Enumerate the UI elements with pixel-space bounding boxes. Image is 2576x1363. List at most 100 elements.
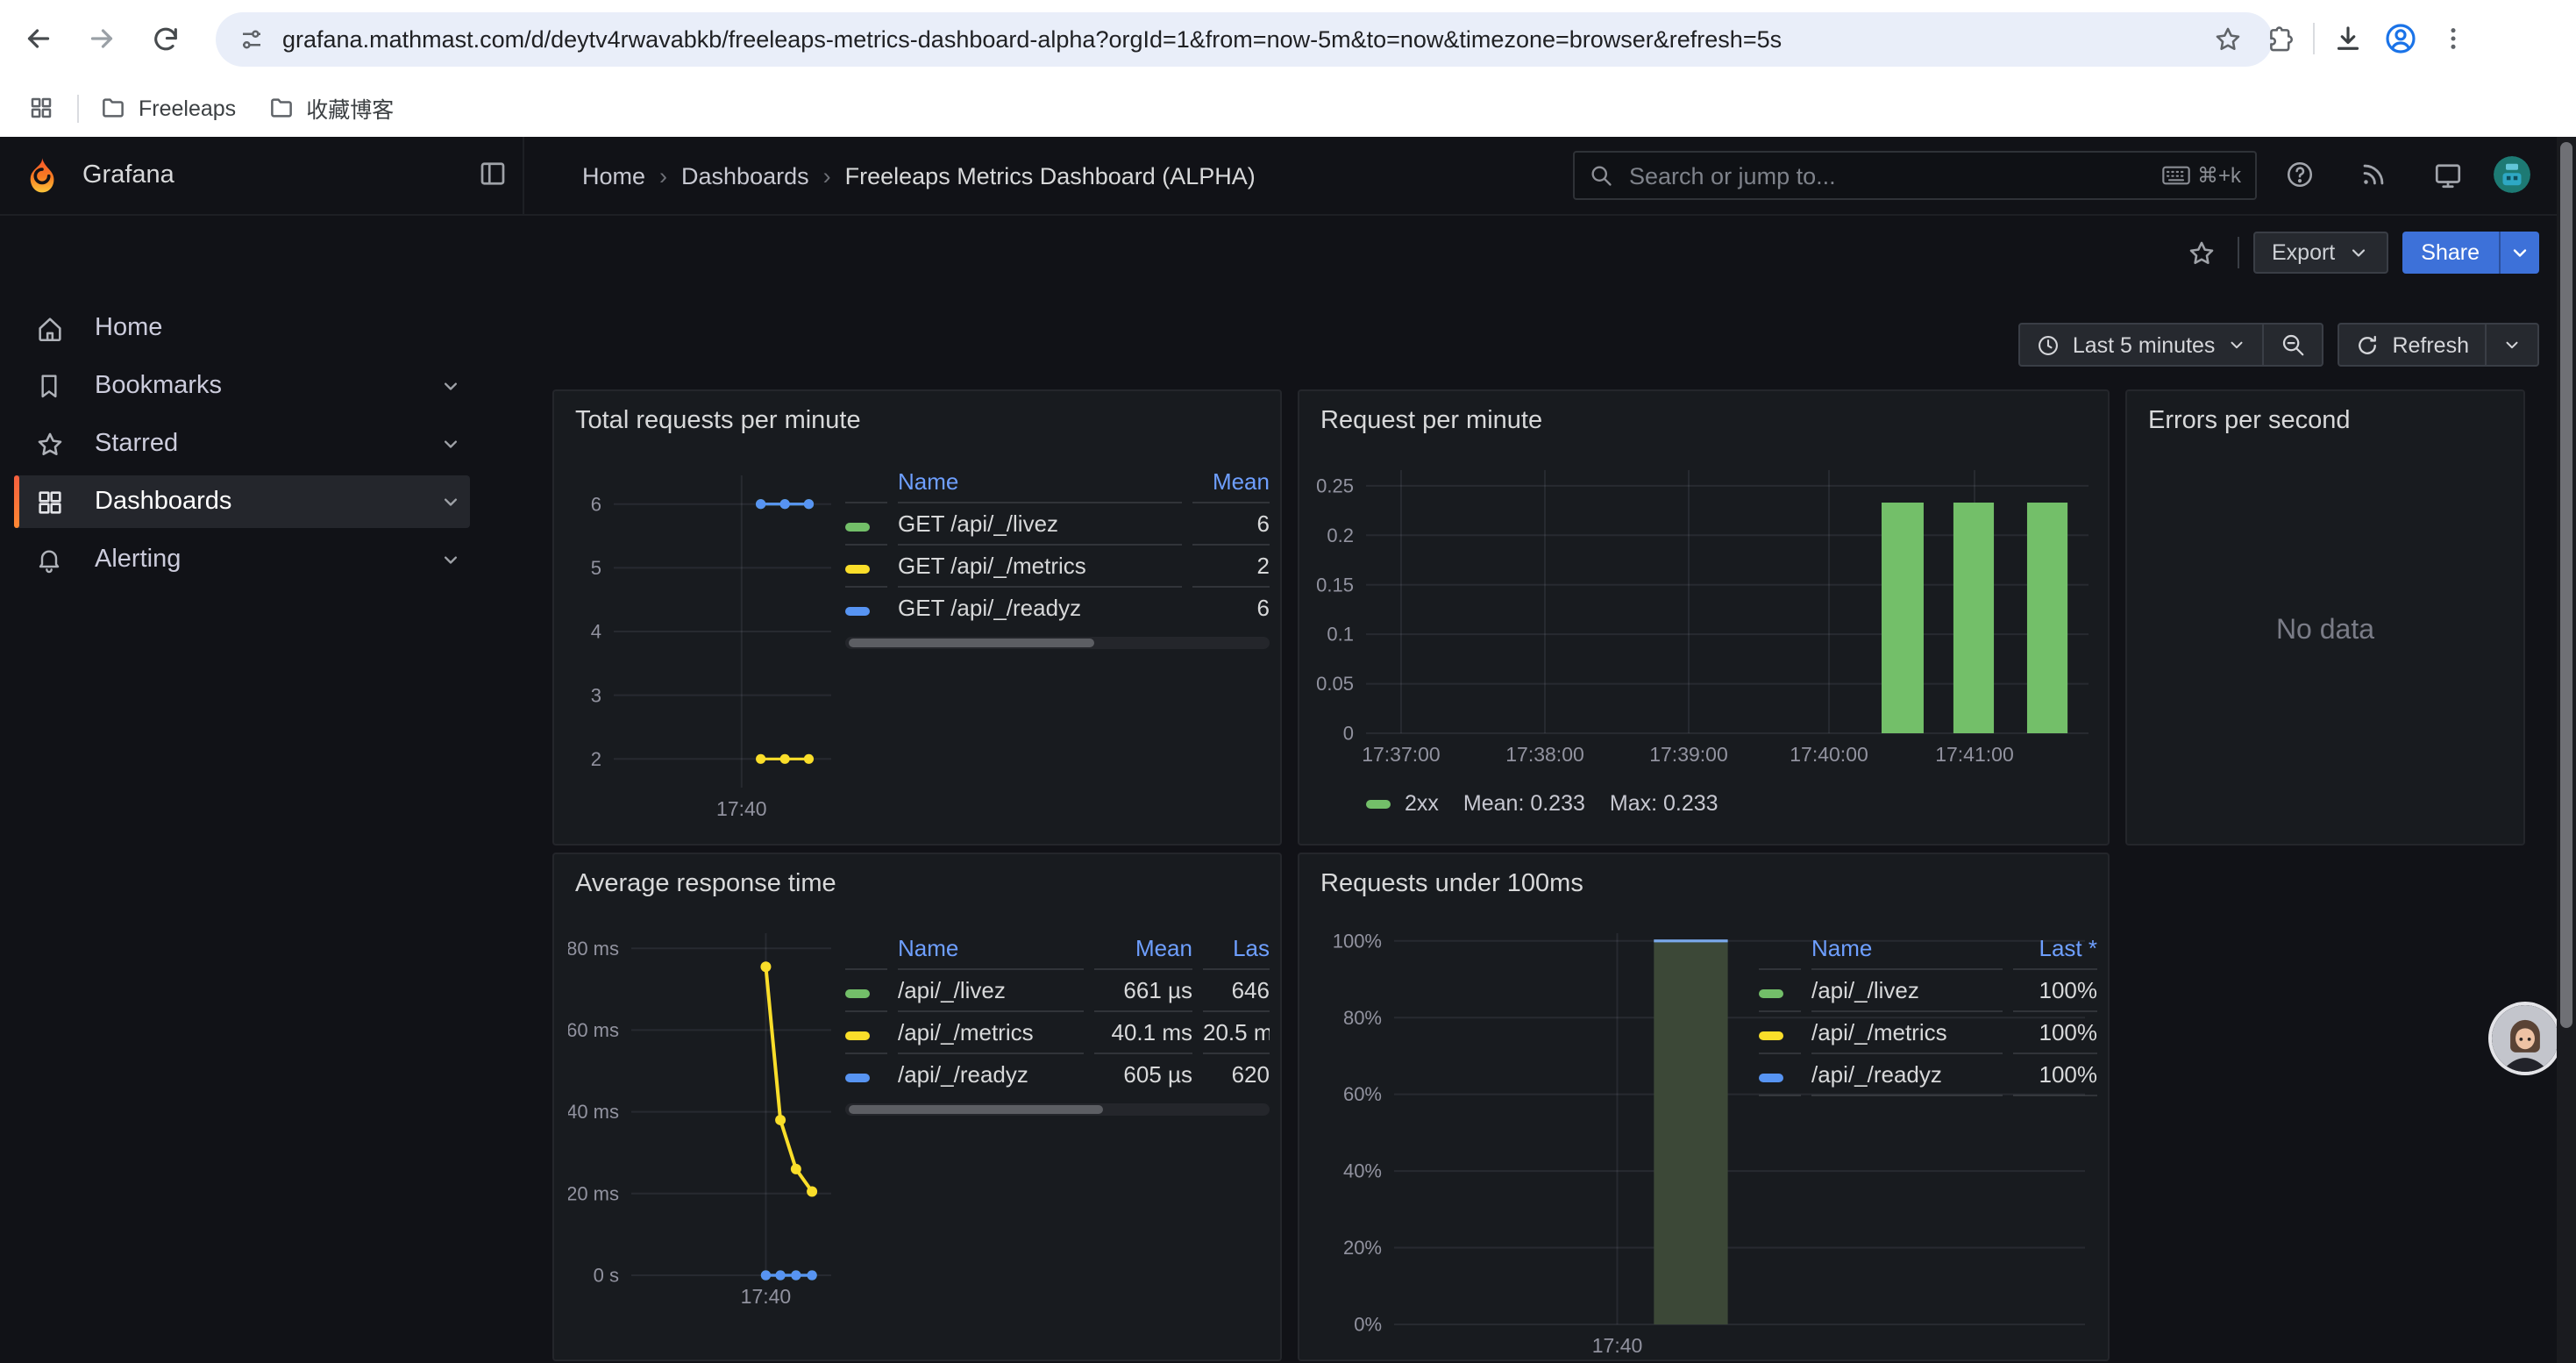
user-avatar[interactable] [2494, 156, 2530, 193]
legend-scrollbar[interactable] [845, 637, 1270, 649]
zoom-out-button[interactable] [2262, 325, 2322, 365]
breadcrumb-home[interactable]: Home [582, 162, 645, 189]
bookmark-folder-freeleaps[interactable]: Freeleaps [100, 95, 236, 121]
panel-title[interactable]: Requests under 100ms [1299, 854, 2108, 898]
browser-menu-icon[interactable] [2427, 12, 2480, 65]
legend-row-pill[interactable] [845, 1010, 887, 1053]
legend-cell: Name [1811, 931, 2003, 968]
sidebar-item-dashboards[interactable]: Dashboards [14, 475, 470, 528]
search-box[interactable]: ⌘+k [1573, 151, 2257, 200]
help-icon[interactable] [2285, 160, 2315, 189]
svg-text:17:37:00: 17:37:00 [1362, 743, 1441, 766]
svg-text:0 s: 0 s [594, 1265, 619, 1287]
chevron-down-icon[interactable] [438, 489, 463, 514]
sidebar-item-starred[interactable]: Starred [14, 417, 470, 470]
floating-assistant-avatar[interactable] [2492, 1005, 2558, 1072]
sidebar-item-home[interactable]: Home [14, 302, 470, 354]
star-icon [32, 429, 67, 459]
svg-text:0.15: 0.15 [1316, 574, 1354, 596]
chevron-down-icon[interactable] [438, 432, 463, 456]
legend-row-pill[interactable] [845, 502, 887, 544]
url-text[interactable]: grafana.mathmast.com/d/deytv4rwavabkb/fr… [282, 26, 1782, 53]
page-scrollbar[interactable] [2557, 137, 2576, 1363]
legend-row-pill[interactable] [1759, 1010, 1801, 1053]
scrollbar-thumb[interactable] [2560, 142, 2572, 1028]
panel-title[interactable]: Errors per second [2127, 391, 2523, 435]
panel-title[interactable]: Total requests per minute [554, 391, 1280, 435]
share-button[interactable]: Share [2402, 232, 2499, 274]
svg-text:0.25: 0.25 [1316, 475, 1354, 496]
toolbar-right [2201, 12, 2480, 65]
svg-text:0.2: 0.2 [1327, 525, 1354, 546]
sidebar-item-bookmarks[interactable]: Bookmarks [14, 360, 470, 412]
legend-row-pill[interactable] [845, 586, 887, 628]
svg-text:2: 2 [591, 748, 601, 770]
news-rss-icon[interactable] [2359, 160, 2388, 189]
panel-title[interactable]: Average response time [554, 854, 1280, 898]
total-requests-chart[interactable]: 6543217:40 [568, 444, 845, 847]
legend-series-name[interactable]: GET /api/_/readyz [898, 586, 1182, 628]
favorite-star-icon[interactable] [2181, 232, 2223, 274]
breadcrumb: Home › Dashboards › Freeleaps Metrics Da… [582, 137, 1256, 214]
actions-divider [2237, 237, 2238, 268]
legend-scrollbar[interactable] [845, 1103, 1270, 1116]
back-icon[interactable] [12, 12, 65, 65]
average-response-time-chart[interactable]: 80 ms60 ms40 ms20 ms0 s17:40 [568, 907, 845, 1359]
share-button-group: Share [2402, 232, 2539, 274]
download-icon[interactable] [2322, 12, 2374, 65]
breadcrumb-dashboards[interactable]: Dashboards [681, 162, 809, 189]
request-per-minute-chart[interactable]: 00.050.10.150.20.2517:37:0017:38:0017:39… [1313, 444, 2097, 781]
bookmark-label: 收藏博客 [306, 91, 394, 125]
extensions-icon[interactable] [2253, 12, 2306, 65]
url-bar[interactable]: grafana.mathmast.com/d/deytv4rwavabkb/fr… [216, 12, 2273, 67]
legend-series-name[interactable]: /api/_/readyz [898, 1053, 1084, 1095]
bookmark-folder-blogs[interactable]: 收藏博客 [267, 91, 394, 125]
panel-errors-per-second: Errors per second No data [2125, 389, 2525, 846]
chevron-down-icon[interactable] [438, 374, 463, 398]
time-range-button[interactable]: Last 5 minutes [2020, 325, 2263, 365]
panel-title[interactable]: Request per minute [1299, 391, 2108, 435]
sidebar-toggle-icon[interactable] [477, 158, 509, 189]
search-input[interactable] [1626, 161, 2150, 190]
export-button[interactable]: Export [2252, 232, 2387, 274]
grafana-logo[interactable] [23, 156, 61, 195]
tv-mode-icon[interactable] [2432, 160, 2464, 191]
legend-series-name[interactable]: /api/_/metrics [1811, 1010, 2003, 1053]
legend-row-pill[interactable] [1759, 1053, 1801, 1096]
legend-cell: 661 µs [1094, 968, 1192, 1010]
forward-icon[interactable] [75, 12, 128, 65]
chart-legend[interactable]: 2xx Mean: 0.233 Max: 0.233 [1366, 791, 1719, 816]
share-menu-button[interactable] [2499, 232, 2539, 274]
refresh-interval-button[interactable] [2485, 325, 2537, 365]
legend-series-name[interactable]: /api/_/livez [898, 968, 1084, 1010]
apps-grid-icon[interactable] [14, 82, 67, 134]
legend-series: 2xx [1405, 791, 1439, 816]
legend-cell: Mean [1094, 931, 1192, 968]
sidebar: Home Bookmarks Starred Dashboards Alerti… [0, 214, 523, 1363]
legend-series-name[interactable]: /api/_/metrics [898, 1010, 1084, 1053]
legend-series-name[interactable]: GET /api/_/metrics [898, 544, 1182, 586]
svg-text:6: 6 [591, 493, 601, 515]
legend-row-pill[interactable] [1759, 968, 1801, 1010]
bookmark-star-icon[interactable] [2201, 12, 2253, 65]
svg-text:3: 3 [591, 684, 601, 706]
reload-icon[interactable] [139, 12, 191, 65]
svg-text:60 ms: 60 ms [568, 1019, 619, 1041]
profile-icon[interactable] [2374, 12, 2427, 65]
legend-series-name[interactable]: /api/_/livez [1811, 968, 2003, 1010]
legend-series-name[interactable]: GET /api/_/livez [898, 502, 1182, 544]
legend-row-pill[interactable] [845, 1053, 887, 1095]
legend-series-name[interactable]: /api/_/readyz [1811, 1053, 2003, 1096]
panel-average-response-time: Average response time 80 ms60 ms40 ms20 … [552, 853, 1282, 1361]
site-settings-icon[interactable] [238, 26, 265, 53]
refresh-button[interactable]: Refresh [2339, 325, 2485, 365]
sidebar-item-alerting[interactable]: Alerting [14, 533, 470, 586]
svg-text:17:40: 17:40 [741, 1285, 792, 1308]
legend-mean: Mean: 0.233 [1463, 791, 1585, 816]
breadcrumb-separator: › [823, 162, 831, 189]
legend-row-pill[interactable] [845, 968, 887, 1010]
svg-text:17:38:00: 17:38:00 [1505, 743, 1584, 766]
chevron-down-icon [2227, 335, 2246, 354]
chevron-down-icon[interactable] [438, 547, 463, 572]
legend-row-pill[interactable] [845, 544, 887, 586]
